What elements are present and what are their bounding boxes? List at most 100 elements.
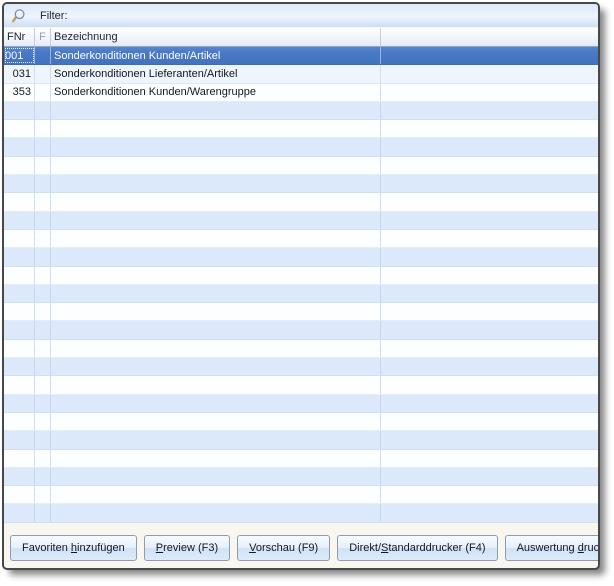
- cell-bezeichnung: Sonderkonditionen Lieferanten/Artikel: [51, 65, 381, 82]
- cell-bezeichnung: [51, 395, 381, 412]
- cell-extra: [381, 395, 598, 412]
- cell-f: [35, 84, 51, 101]
- table-row[interactable]: [4, 431, 598, 449]
- column-header-f[interactable]: F: [35, 28, 51, 46]
- cell-bezeichnung: [51, 468, 381, 485]
- cell-f: [35, 413, 51, 430]
- cell-f: [35, 486, 51, 503]
- table-row[interactable]: [4, 157, 598, 175]
- cell-bezeichnung: [51, 303, 381, 320]
- table-row[interactable]: [4, 102, 598, 120]
- table-row[interactable]: 353 Sonderkonditionen Kunden/Warengruppe: [4, 84, 598, 102]
- table-row[interactable]: [4, 212, 598, 230]
- cell-bezeichnung: [51, 450, 381, 467]
- table-row[interactable]: [4, 340, 598, 358]
- table-row[interactable]: [4, 175, 598, 193]
- vorschau-f9-button[interactable]: Vorschau (F9): [237, 535, 330, 561]
- cell-bezeichnung: [51, 486, 381, 503]
- cell-f: [35, 102, 51, 119]
- cell-f: [35, 285, 51, 302]
- cell-f: [35, 321, 51, 338]
- cell-extra: [381, 358, 598, 375]
- direct-standard-printer-f4-button[interactable]: Direkt/Standarddrucker (F4): [337, 535, 497, 561]
- cell-f: [35, 376, 51, 393]
- table-row[interactable]: [4, 138, 598, 156]
- table-row[interactable]: [4, 321, 598, 339]
- cell-fnr: [4, 395, 35, 412]
- cell-f: [35, 157, 51, 174]
- table-row[interactable]: 031 Sonderkonditionen Lieferanten/Artike…: [4, 65, 598, 83]
- cell-fnr: [4, 431, 35, 448]
- table-row[interactable]: [4, 468, 598, 486]
- cell-fnr: [4, 212, 35, 229]
- cell-extra: [381, 175, 598, 192]
- table-row[interactable]: [4, 413, 598, 431]
- column-header-bezeichnung[interactable]: Bezeichnung: [51, 28, 381, 46]
- cell-extra: [381, 340, 598, 357]
- cell-bezeichnung: [51, 102, 381, 119]
- table-row[interactable]: [4, 486, 598, 504]
- cell-f: [35, 120, 51, 137]
- cell-bezeichnung: [51, 340, 381, 357]
- filter-bar[interactable]: Filter:: [4, 4, 598, 28]
- cell-extra: [381, 376, 598, 393]
- table-row[interactable]: [4, 450, 598, 468]
- cell-f: [35, 65, 51, 82]
- cell-fnr: [4, 504, 35, 521]
- cell-fnr: [4, 376, 35, 393]
- cell-bezeichnung: [51, 504, 381, 521]
- filter-label: Filter:: [40, 10, 68, 22]
- cell-bezeichnung: [51, 267, 381, 284]
- table-row[interactable]: [4, 248, 598, 266]
- cell-fnr: [4, 120, 35, 137]
- table-row[interactable]: [4, 267, 598, 285]
- column-header-fnr[interactable]: FNr: [4, 28, 35, 46]
- cell-f: [35, 248, 51, 265]
- cell-extra: [381, 230, 598, 247]
- cell-f: [35, 431, 51, 448]
- cell-bezeichnung: [51, 157, 381, 174]
- cell-fnr: [4, 157, 35, 174]
- cell-bezeichnung: [51, 376, 381, 393]
- cell-extra: [381, 47, 598, 64]
- table-row[interactable]: [4, 358, 598, 376]
- cell-f: [35, 358, 51, 375]
- cell-f: [35, 230, 51, 247]
- cell-bezeichnung: [51, 285, 381, 302]
- table-row[interactable]: [4, 120, 598, 138]
- report-selection-window: Filter: FNr F Bezeichnung 001 Sonderkond…: [2, 2, 600, 570]
- cell-fnr: [4, 248, 35, 265]
- cell-fnr: [4, 102, 35, 119]
- table-row[interactable]: 001 Sonderkonditionen Kunden/Artikel: [4, 47, 598, 65]
- cell-extra: [381, 285, 598, 302]
- cell-extra: [381, 486, 598, 503]
- table-row[interactable]: [4, 193, 598, 211]
- cell-fnr: [4, 303, 35, 320]
- cell-extra: [381, 267, 598, 284]
- cell-fnr: [4, 193, 35, 210]
- print-report-button[interactable]: Auswertung drucken: [505, 535, 600, 561]
- cell-extra: [381, 321, 598, 338]
- button-bar: Favoriten hinzufügen Preview (F3) Vorsch…: [10, 535, 592, 561]
- cell-bezeichnung: [51, 138, 381, 155]
- table-row[interactable]: [4, 504, 598, 522]
- cell-fnr: 353: [4, 84, 35, 101]
- cell-f: [35, 468, 51, 485]
- table-row[interactable]: [4, 376, 598, 394]
- preview-f3-button[interactable]: Preview (F3): [144, 535, 230, 561]
- cell-extra: [381, 193, 598, 210]
- cell-f: [35, 303, 51, 320]
- cell-extra: [381, 450, 598, 467]
- table-row[interactable]: [4, 285, 598, 303]
- cell-extra: [381, 303, 598, 320]
- table-row[interactable]: [4, 230, 598, 248]
- add-favorites-button[interactable]: Favoriten hinzufügen: [10, 535, 137, 561]
- cell-fnr: [4, 450, 35, 467]
- table-row[interactable]: [4, 395, 598, 413]
- cell-fnr: [4, 321, 35, 338]
- cell-f: [35, 212, 51, 229]
- cell-f: [35, 450, 51, 467]
- cell-f: [35, 267, 51, 284]
- cell-bezeichnung: Sonderkonditionen Kunden/Warengruppe: [51, 84, 381, 101]
- table-row[interactable]: [4, 303, 598, 321]
